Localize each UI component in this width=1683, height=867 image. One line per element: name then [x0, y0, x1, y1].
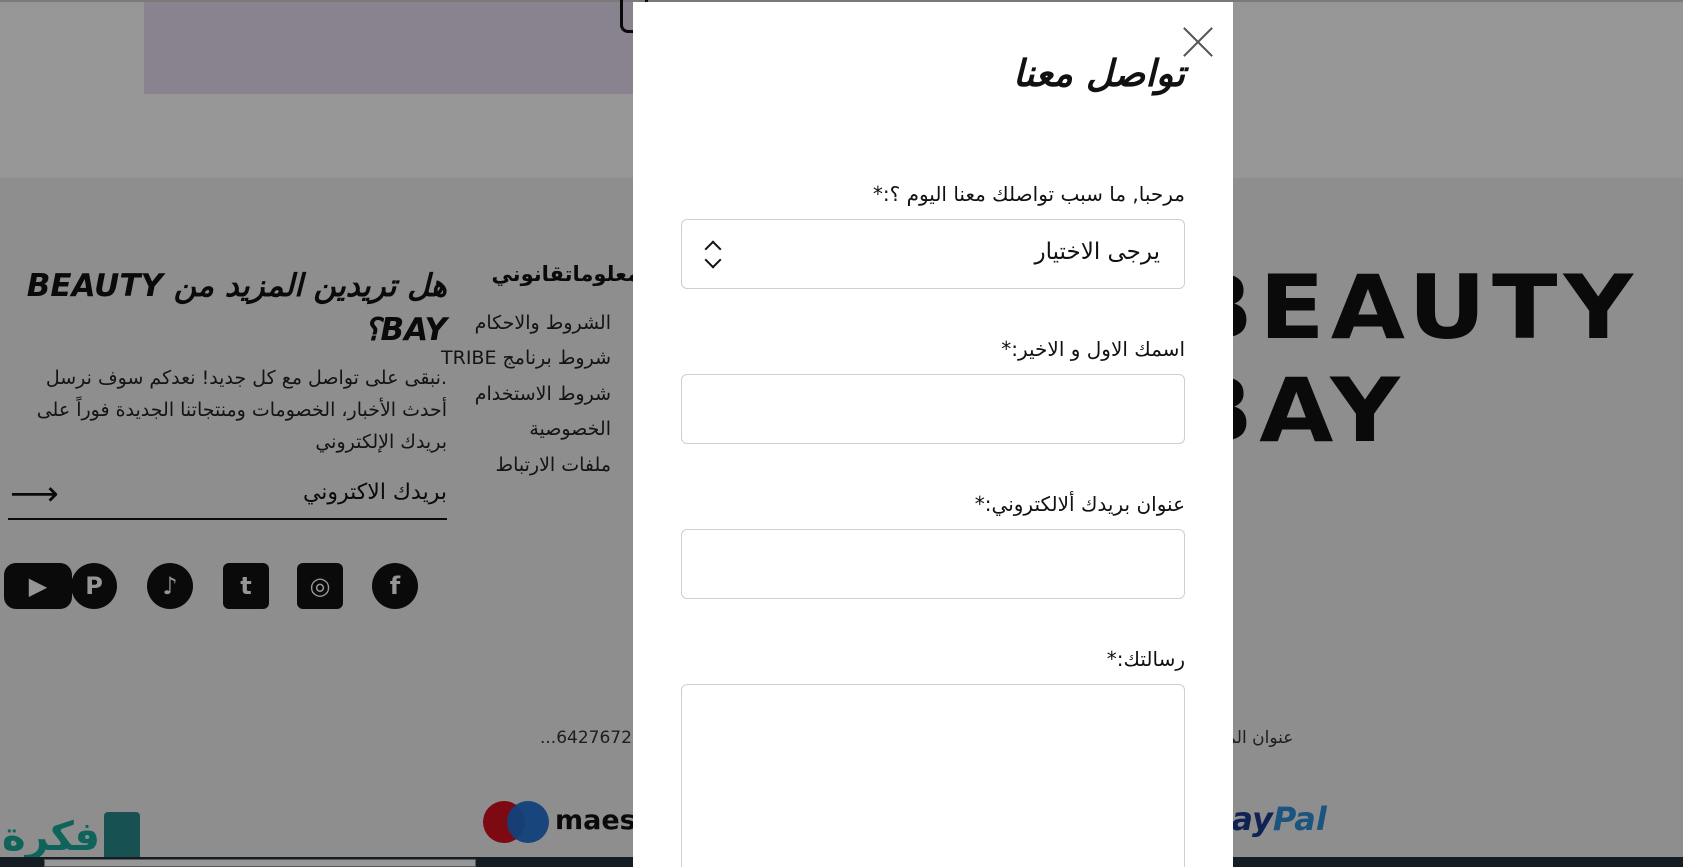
email-label: عنوان بريدك ألالكتروني:* [974, 492, 1185, 516]
reason-label: مرحبا, ما سبب تواصلك معنا اليوم ؟:* [872, 182, 1185, 206]
message-field[interactable] [681, 684, 1185, 867]
chevron-updown-icon [704, 240, 722, 270]
reason-select-value: يرجى الاختيار [1034, 239, 1160, 265]
email-field[interactable] [681, 529, 1185, 599]
message-label: رسالتك:* [1106, 647, 1185, 671]
reason-select[interactable]: يرجى الاختيار [681, 219, 1185, 289]
contact-modal: تواصل معنا مرحبا, ما سبب تواصلك معنا الي… [633, 2, 1233, 867]
full-name-label: اسمك الاول و الاخير:* [1001, 337, 1185, 361]
modal-title: تواصل معنا [1012, 52, 1185, 95]
full-name-field[interactable] [681, 374, 1185, 444]
